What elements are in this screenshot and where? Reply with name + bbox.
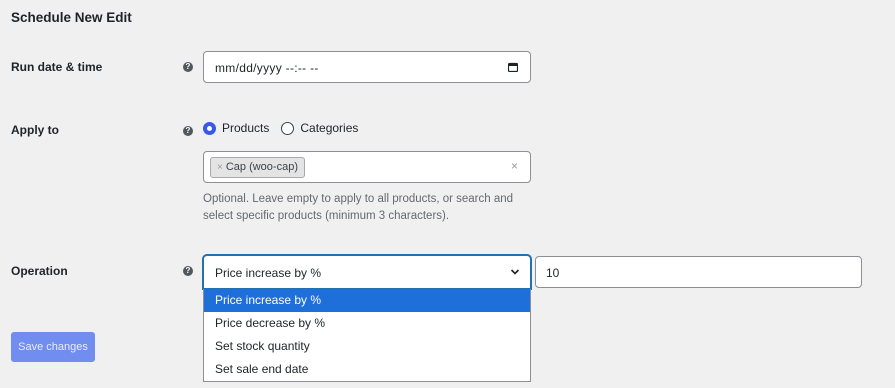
operation-value: 10	[546, 266, 560, 280]
chip-remove-icon[interactable]: ×	[217, 158, 223, 177]
operation-help-icon[interactable]: ?	[183, 266, 193, 276]
radio-categories[interactable]: Categories	[281, 121, 358, 135]
operation-selected-value: Price increase by %	[215, 266, 322, 280]
apply-to-help-text: Optional. Leave empty to apply to all pr…	[203, 193, 514, 222]
save-changes-button[interactable]: Save changes	[11, 332, 95, 362]
run-date-value: mm/dd/yyyy --:-- --	[215, 61, 319, 75]
operation-dropdown-list: Price increase by % Price decrease by % …	[203, 289, 531, 382]
operation-option[interactable]: Set stock quantity	[204, 335, 530, 358]
operation-option[interactable]: Price decrease by %	[204, 312, 530, 335]
apply-to-label: Apply to	[11, 123, 59, 137]
operation-value-input[interactable]: 10	[535, 256, 862, 288]
operation-select[interactable]: Price increase by %	[203, 255, 531, 289]
clear-selection-icon[interactable]: ×	[511, 159, 518, 173]
radio-products-label: Products	[222, 121, 270, 135]
schedule-edit-form: Schedule New Edit Run date & time ? mm/d…	[0, 0, 895, 388]
product-search-select[interactable]: × Cap (woo-cap) ×	[203, 151, 531, 183]
operation-option[interactable]: Price increase by %	[204, 289, 530, 312]
radio-categories-button[interactable]	[281, 121, 295, 135]
run-date-input[interactable]: mm/dd/yyyy --:-- --	[203, 51, 531, 83]
apply-to-help-icon[interactable]: ?	[183, 126, 193, 136]
run-date-label: Run date & time	[11, 60, 103, 74]
radio-categories-label: Categories	[300, 121, 359, 135]
chip-label: Cap (woo-cap)	[225, 161, 298, 173]
section-title: Schedule New Edit	[11, 10, 132, 25]
calendar-icon[interactable]	[508, 62, 518, 72]
radio-products-button[interactable]	[203, 121, 216, 135]
operation-label: Operation	[11, 264, 68, 278]
run-date-help-icon[interactable]: ?	[183, 62, 193, 72]
selected-product-chip: × Cap (woo-cap)	[210, 157, 305, 178]
chevron-down-icon	[510, 269, 520, 275]
operation-option[interactable]: Set sale end date	[204, 358, 530, 381]
apply-to-radio-group: Products Categories	[203, 121, 370, 135]
radio-products[interactable]: Products	[203, 121, 269, 135]
